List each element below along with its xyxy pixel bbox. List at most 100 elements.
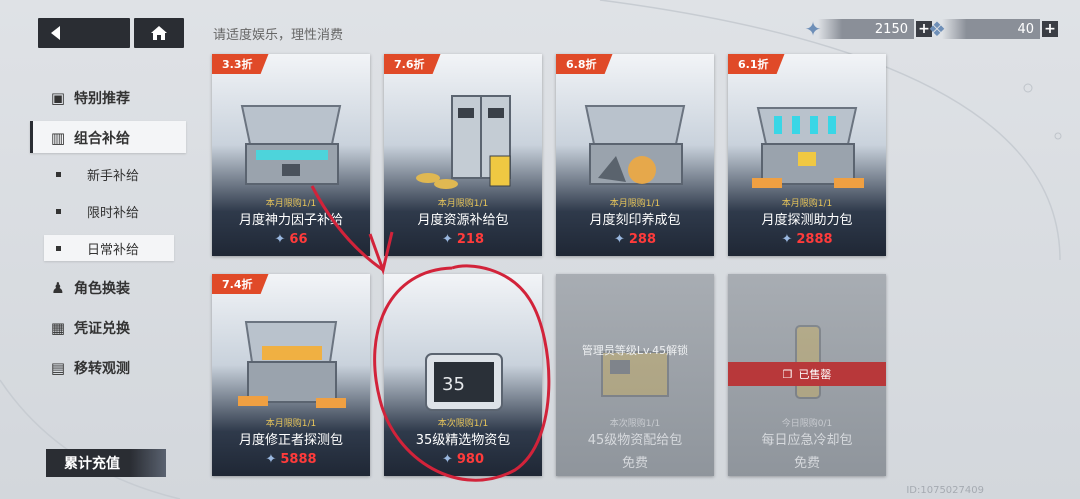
item-name: 月度探测助力包 [761,213,853,228]
price: ✦ 288 [556,232,714,247]
box-icon: ❒ [782,367,793,381]
back-button[interactable] [38,18,130,48]
price-value: 5888 [280,452,317,467]
price-value: 218 [456,232,485,247]
discount-badge: 3.3折 [212,54,269,74]
crystal-gem-icon: ✦ [804,17,822,41]
currency-value: 2150 [818,19,914,39]
bullet-icon [56,246,61,251]
item-name: 月度修正者探测包 [238,433,343,448]
price: ✦ 5888 [212,452,370,467]
item-name: 每日应急冷却包 [761,433,853,448]
purchase-limit: 本月限购1/1 [781,199,833,209]
unlock-requirement: 管理员等级Lv.45解锁 [581,344,689,357]
home-icon [151,26,167,40]
shop-card-locked[interactable]: 管理员等级Lv.45解锁 本次限购1/1 45级物资配给包 免费 [556,274,714,476]
bullet-icon [56,209,61,214]
currency-crystal: ✦ 2150 + [800,17,932,41]
sold-out-banner: ❒ 已售罄 [728,362,886,386]
purchase-limit: 本月限购1/1 [609,199,661,209]
crystal-gem-icon: ✦ [613,232,625,247]
shop-card[interactable]: 7.4折 本月限购1/1 月度修正者探测包 ✦ 5888 [212,274,370,476]
sidebar-item-transfer[interactable]: ▤ 移转观测 [48,358,130,378]
item-name: 35级精选物资包 [415,433,511,448]
currency-value: 40 [942,19,1040,39]
blue-gem-icon: ❖ [928,17,946,41]
price: ✦ 980 [384,452,542,467]
crystal-gem-icon: ✦ [274,232,286,247]
supply-icon: ▥ [50,129,66,147]
subitem-newbie[interactable]: 新手补给 [56,165,139,184]
discount-badge: 6.1折 [728,54,785,74]
price: 免费 [556,452,714,471]
price-value: 288 [628,232,657,247]
purchase-limit: 本次限购1/1 [437,419,489,429]
chest-image [752,107,864,188]
shop-card[interactable]: 6.1折 本月限购1/1 月度探测助力包 ✦ 2888 [728,54,886,256]
recharge-button[interactable]: 累计充值 [46,449,166,477]
item-name: 45级物资配给包 [587,433,683,448]
price-value: 980 [456,452,485,467]
price: 免费 [728,452,886,471]
price-value: 2888 [796,232,833,247]
sidebar-item-label: 凭证兑换 [74,321,130,337]
subitem-daily[interactable]: 日常补给 [56,239,139,258]
svg-text:35: 35 [442,374,465,395]
sidebar-item-label: 特别推荐 [74,91,130,107]
shop-card[interactable]: 35 本次限购1/1 35级精选物资包 ✦ 980 [384,274,542,476]
crystal-gem-icon: ✦ [441,232,453,247]
price: ✦ 2888 [728,232,886,247]
sidebar-item-supply[interactable]: ▥ 组合补给 [48,128,130,148]
transfer-icon: ▤ [50,359,66,377]
price: ✦ 218 [384,232,542,247]
voucher-icon: ▦ [50,319,66,337]
price: ✦ 66 [212,232,370,247]
item-name: 月度神力因子补给 [238,213,343,228]
purchase-limit: 本月限购1/1 [437,199,489,209]
subitem-label: 限时补给 [87,206,140,221]
bullet-icon [56,172,61,177]
sidebar-item-label: 组合补给 [74,131,130,147]
sidebar-item-recommend[interactable]: ▣ 特别推荐 [48,88,130,108]
shop-card-soldout[interactable]: ❒ 已售罄 今日限购0/1 每日应急冷却包 免费 [728,274,886,476]
add-currency-button[interactable]: + [1042,21,1058,37]
purchase-limit: 本月限购1/1 [265,419,317,429]
item-name: 月度刻印养成包 [589,213,681,228]
device-image: 35 [425,353,503,411]
chest-image [584,105,686,185]
shop-card[interactable]: 7.6折 本月限购1/1 月度资源补给包 ✦ 218 [384,54,542,256]
discount-badge: 6.8折 [556,54,613,74]
shop-card[interactable]: 3.3折 本月限购1/1 月度神力因子补给 ✦ 66 [212,54,370,256]
crystal-gem-icon: ✦ [441,452,453,467]
crystal-gem-icon: ✦ [781,232,793,247]
purchase-limit: 本月限购1/1 [265,199,317,209]
back-arrow-icon [51,26,60,40]
chest-image [240,105,342,185]
supply-pack-image [601,351,669,397]
discount-badge: 7.6折 [384,54,441,74]
subitem-limited[interactable]: 限时补给 [56,202,139,221]
purchase-limit: 本次限购1/1 [609,419,661,429]
resource-pack-image [416,95,511,189]
subitem-label: 新手补给 [87,169,140,184]
sidebar-item-costume[interactable]: ♟ 角色换装 [48,278,130,298]
notice-text: 请适度娱乐，理性消费 [213,28,344,43]
item-name: 月度资源补给包 [417,213,509,228]
subitem-label: 日常补给 [87,243,140,258]
crystal-gem-icon: ✦ [265,452,277,467]
costume-icon: ♟ [51,279,65,297]
sidebar-item-voucher[interactable]: ▦ 凭证兑换 [48,318,130,338]
chest-image [238,321,346,408]
price-value: 免费 [793,456,820,471]
discount-badge: 7.4折 [212,274,269,294]
user-id: ID:1075027409 [906,485,984,496]
sold-out-text: 已售罄 [798,368,832,381]
purchase-limit: 今日限购0/1 [781,419,833,429]
recommend-icon: ▣ [50,89,66,107]
home-button[interactable] [134,18,184,48]
sidebar-item-label: 角色换装 [74,281,130,297]
currency-blue: ❖ 40 + [924,17,1058,41]
price-value: 66 [289,232,308,247]
price-value: 免费 [621,456,648,471]
shop-card[interactable]: 6.8折 本月限购1/1 月度刻印养成包 ✦ 288 [556,54,714,256]
